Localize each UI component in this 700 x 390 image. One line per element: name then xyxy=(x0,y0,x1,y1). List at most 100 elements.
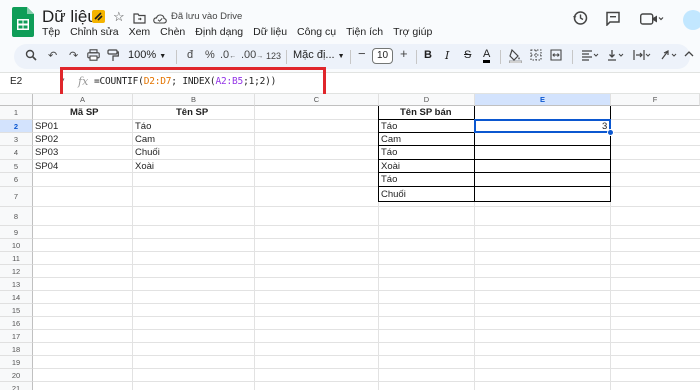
text-wrapping-icon[interactable] xyxy=(633,49,651,64)
row-header[interactable]: 7 xyxy=(0,187,33,207)
row-header[interactable]: 11 xyxy=(0,252,33,265)
gridline xyxy=(33,342,700,343)
cell-b5[interactable]: Xoài xyxy=(135,161,154,172)
gridline xyxy=(33,225,700,226)
cell-d6[interactable]: Táo xyxy=(381,174,397,185)
row-header[interactable]: 13 xyxy=(0,278,33,291)
spreadsheet-grid[interactable]: A B C D E F 1 2 3 4 5 6 7 8 9 10 11 12 1… xyxy=(0,94,700,390)
comment-icon[interactable] xyxy=(605,11,621,31)
search-menus-icon[interactable] xyxy=(25,49,37,64)
row-header[interactable]: 12 xyxy=(0,265,33,278)
borders-icon[interactable] xyxy=(530,49,542,64)
menu-extensions[interactable]: Tiện ích xyxy=(346,26,383,38)
share-button[interactable] xyxy=(683,10,700,30)
menu-help[interactable]: Trợ giúp xyxy=(393,26,432,38)
column-header-b[interactable]: B xyxy=(133,94,255,106)
history-icon[interactable] xyxy=(572,10,588,31)
print-icon[interactable] xyxy=(87,49,100,64)
font-size-increase-button[interactable]: + xyxy=(400,46,408,61)
vertical-align-icon[interactable] xyxy=(607,49,625,64)
cell-d5[interactable]: Xoài xyxy=(381,161,400,172)
cell-d4[interactable]: Táo xyxy=(381,147,397,158)
undo-icon[interactable]: ↶ xyxy=(48,49,57,62)
column-header-a[interactable]: A xyxy=(33,94,133,106)
cell-d1[interactable]: Tên SP bán xyxy=(400,107,452,118)
horizontal-align-icon[interactable] xyxy=(581,49,599,64)
cell-b3[interactable]: Cam xyxy=(135,134,155,145)
fill-handle[interactable] xyxy=(607,129,614,136)
cell-a4[interactable]: SP03 xyxy=(35,147,58,158)
collapse-toolbar-icon[interactable] xyxy=(684,49,694,61)
strikethrough-button[interactable]: S xyxy=(464,49,471,61)
row-header[interactable]: 10 xyxy=(0,239,33,252)
meet-icon[interactable] xyxy=(639,12,664,30)
column-header-e[interactable]: E xyxy=(475,94,611,106)
separator xyxy=(176,50,177,64)
menu-insert[interactable]: Chèn xyxy=(160,26,185,38)
decrease-decimal-button[interactable]: .0← xyxy=(220,49,236,61)
menu-file[interactable]: Tệp xyxy=(42,26,60,38)
row-header[interactable]: 5 xyxy=(0,160,33,173)
row-header[interactable]: 18 xyxy=(0,343,33,356)
separator xyxy=(286,50,287,64)
row-header[interactable]: 1 xyxy=(0,106,33,120)
column-header-f[interactable]: F xyxy=(611,94,700,106)
column-header-d[interactable]: D xyxy=(379,94,475,106)
row-header[interactable]: 15 xyxy=(0,304,33,317)
redo-icon[interactable]: ↷ xyxy=(69,49,78,62)
merge-cells-icon[interactable] xyxy=(550,49,562,64)
paint-format-icon[interactable] xyxy=(107,49,119,65)
font-size-input[interactable]: 10 xyxy=(372,48,393,64)
cell-b1[interactable]: Tên SP xyxy=(176,107,208,118)
row-header[interactable]: 16 xyxy=(0,317,33,330)
row-header[interactable]: 20 xyxy=(0,369,33,382)
column-header-c[interactable]: C xyxy=(255,94,379,106)
cell-d7[interactable]: Chuối xyxy=(381,189,406,200)
row-header[interactable]: 14 xyxy=(0,291,33,304)
cell-d3[interactable]: Cam xyxy=(381,134,401,145)
more-formats-button[interactable]: 123 xyxy=(266,51,281,61)
row-header[interactable]: 19 xyxy=(0,356,33,369)
bold-button[interactable]: B xyxy=(424,49,432,61)
row-header[interactable]: 3 xyxy=(0,133,33,146)
percent-button[interactable]: % xyxy=(205,49,215,61)
row-header[interactable]: 17 xyxy=(0,330,33,343)
cell-a5[interactable]: SP04 xyxy=(35,161,58,172)
menu-view[interactable]: Xem xyxy=(129,26,151,38)
apps-script-icon[interactable] xyxy=(92,10,105,23)
row-header[interactable]: 6 xyxy=(0,173,33,187)
cell-b2[interactable]: Táo xyxy=(135,121,151,132)
menu-tools[interactable]: Công cụ xyxy=(297,26,336,38)
row-header[interactable]: 9 xyxy=(0,226,33,239)
text-color-button[interactable]: A xyxy=(483,49,491,63)
menu-format[interactable]: Định dạng xyxy=(195,26,243,38)
selected-cell-e2[interactable] xyxy=(474,119,611,133)
currency-button[interactable]: đ xyxy=(187,49,193,61)
gridline xyxy=(33,290,700,291)
document-title[interactable]: Dữ liệu xyxy=(42,7,97,27)
text-rotation-icon[interactable] xyxy=(660,49,678,64)
menu-data[interactable]: Dữ liệu xyxy=(253,26,287,38)
fill-color-icon[interactable] xyxy=(508,48,523,66)
cell-a1[interactable]: Mã SP xyxy=(70,107,99,118)
row-header-selected[interactable]: 2 xyxy=(0,120,33,133)
sheets-logo-icon[interactable] xyxy=(12,7,34,37)
save-status: Đã lưu vào Drive xyxy=(171,11,243,22)
row-header[interactable]: 21 xyxy=(0,382,33,390)
select-all-corner[interactable] xyxy=(0,94,33,106)
star-icon[interactable]: ☆ xyxy=(113,9,125,25)
increase-decimal-button[interactable]: .00→ xyxy=(241,49,263,61)
italic-button[interactable]: I xyxy=(445,49,449,62)
font-size-decrease-button[interactable]: − xyxy=(358,46,366,61)
cell-a2[interactable]: SP01 xyxy=(35,121,58,132)
menu-edit[interactable]: Chỉnh sửa xyxy=(70,26,118,38)
name-box[interactable]: E2 xyxy=(10,76,22,87)
row-header[interactable]: 4 xyxy=(0,146,33,160)
row-header[interactable]: 8 xyxy=(0,207,33,226)
font-select[interactable]: Mặc đị... ▼ xyxy=(293,49,345,61)
cell-d2[interactable]: Táo xyxy=(381,121,397,132)
cell-a3[interactable]: SP02 xyxy=(35,134,58,145)
gridline xyxy=(254,106,255,390)
cell-b4[interactable]: Chuối xyxy=(135,147,160,158)
zoom-select[interactable]: 100% ▼ xyxy=(128,49,166,61)
